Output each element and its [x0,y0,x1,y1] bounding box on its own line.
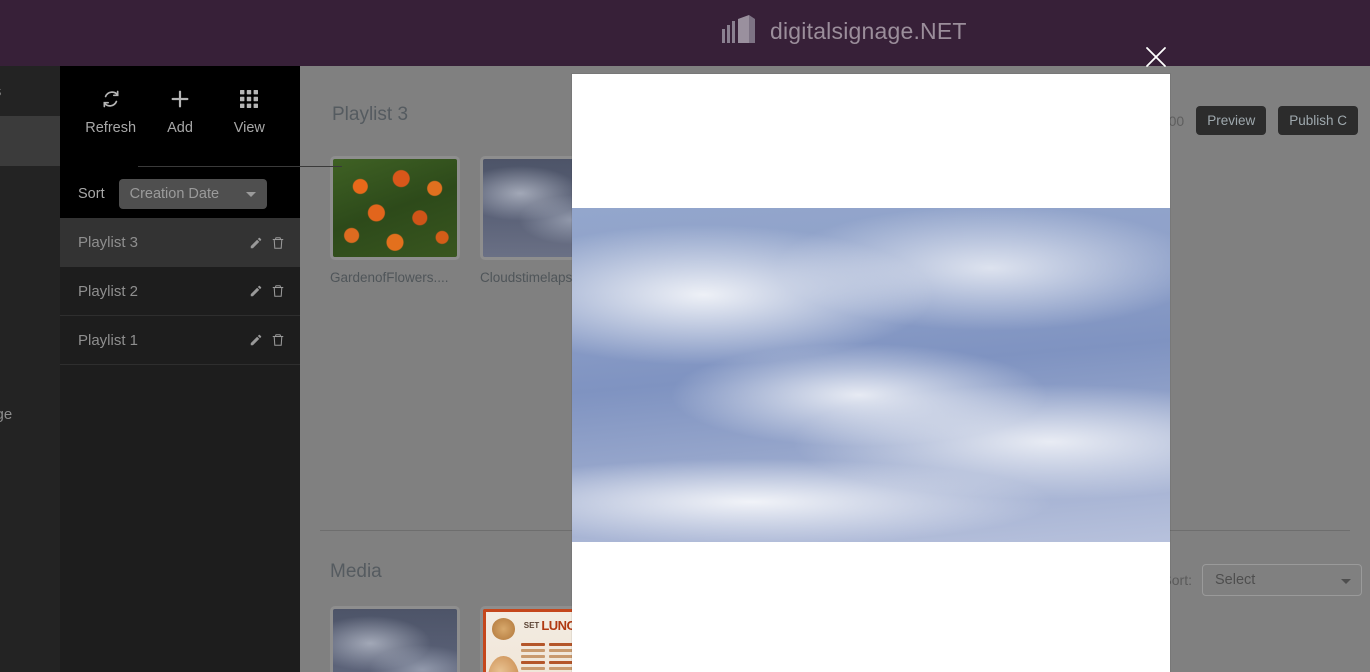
caret-down-icon [245,192,256,197]
close-x-icon[interactable] [1144,45,1168,69]
refresh-button[interactable]: Refresh [79,88,143,136]
view-label: View [233,120,265,136]
left-navigation: Channels Playlists Media Network Designe… [0,66,60,672]
pencil-icon[interactable] [249,284,263,298]
lightbox-preview-image [572,208,1170,542]
sidebar-item-logout[interactable]: Logout [0,456,60,506]
toolbar-divider [138,166,342,167]
refresh-label: Refresh [85,120,137,136]
sidebar-item-network[interactable]: Network [0,230,60,280]
toolbar-buttons-row: Refresh Add View [60,88,300,136]
image-preview-lightbox [572,74,1170,672]
playlist-section-title: Playlist 3 [332,104,409,125]
menu-set-text: SET [523,621,540,631]
plus-icon [169,88,191,110]
pencil-icon[interactable] [249,236,263,250]
sort-dropdown[interactable]: Creation Date [118,179,267,209]
view-button[interactable]: View [217,88,281,136]
playlist-name: Playlist 1 [78,331,139,349]
trash-icon[interactable] [271,236,285,250]
sidebar-item-label-line1: Knowledge [0,406,13,423]
add-label: Add [167,120,193,136]
playlist-panel: Refresh Add View Sort Creation Date Play… [60,66,342,672]
playlist-row-2[interactable]: Playlist 2 [60,267,300,316]
playlist-name: Playlist 3 [78,234,139,251]
pencil-icon[interactable] [249,333,263,347]
add-button[interactable]: Add [148,88,212,136]
sidebar-item-admin[interactable]: Admin [0,330,60,380]
brand-name: digitalsignage.NET [770,18,967,44]
media-sort-dropdown[interactable]: Select [1202,564,1362,596]
playlist-item-card[interactable]: GardenofFlowers.... [330,156,460,285]
brand-logo: digitalsignage.NET [722,15,967,48]
flowers-image [333,159,457,257]
media-item-thumbnail[interactable] [330,606,460,672]
caret-down-icon [1341,579,1351,584]
playlist-row-1[interactable]: Playlist 1 [60,316,300,365]
playlist-row-actions [249,333,300,347]
trash-icon[interactable] [271,284,285,298]
sidebar-item-knowledge-support[interactable]: Knowledge Support [0,394,60,456]
sidebar-item-label: Channels [0,83,1,100]
menu-column [549,643,573,672]
sort-label: Sort [78,186,105,202]
playlist-row-actions [249,284,300,298]
sidebar-item-channels[interactable]: Channels [0,66,60,116]
clouds-image [333,609,457,672]
playlist-name: Playlist 2 [78,282,139,300]
building-bars-logo-icon [722,15,760,48]
media-sort-value: Select [1215,572,1256,588]
playlist-list: Playlist 3 Playlist 2 Playlist 1 [60,218,300,365]
playlist-row-actions [249,236,300,250]
playlist-item-caption: GardenofFlowers.... [330,270,449,285]
playlist-item-thumbnail[interactable] [330,156,460,260]
trash-icon[interactable] [271,333,285,347]
sidebar-item-media[interactable]: Media [0,166,60,216]
menu-column [521,643,546,672]
media-sort-controls: Sort: Select [1162,564,1362,596]
sort-dropdown-value: Creation Date [129,186,220,202]
media-item-card[interactable] [330,606,460,672]
media-section-title: Media [330,561,382,582]
grid-view-icon [239,88,259,110]
menu-food-photo [488,656,520,672]
playlist-sort-row: Sort Creation Date [60,170,300,218]
playlist-thumbnail-row: GardenofFlowers.... Cloudstimelaps [330,156,610,285]
app-root: digitalsignage.NET Channels Playlists Me… [0,0,1370,672]
preview-button[interactable]: Preview [1196,106,1267,135]
playlist-toolbar: Refresh Add View Sort Creation Date [60,66,342,218]
publish-changes-button[interactable]: Publish C [1278,106,1358,135]
sidebar-item-designer[interactable]: Designer [0,280,60,330]
refresh-icon [101,88,121,110]
sidebar-item-playlists[interactable]: Playlists [0,116,60,166]
playlist-row-3[interactable]: Playlist 3 [60,218,300,267]
